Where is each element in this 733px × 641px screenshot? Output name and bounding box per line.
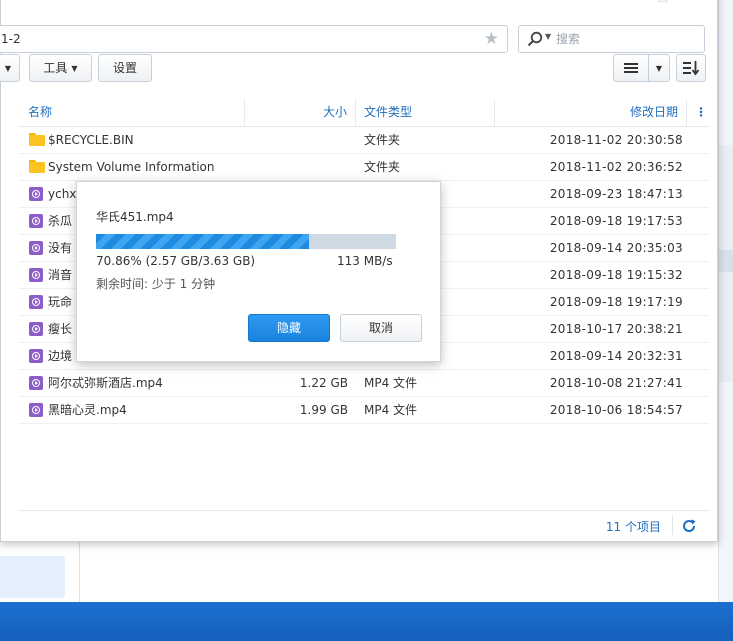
video-file-icon [29, 322, 45, 336]
hide-button[interactable]: 隐藏 [248, 314, 330, 342]
settings-button-label: 设置 [112, 61, 137, 75]
star-icon[interactable]: ★ [484, 29, 499, 49]
video-file-icon [29, 214, 45, 228]
upload-time-remaining: 剩余时间: 少于 1 分钟 [96, 277, 216, 291]
close-icon[interactable]: × [687, 0, 701, 2]
file-modified-date: 2018-11-02 20:36:52 [549, 160, 683, 174]
maximize-icon[interactable]: □ [656, 0, 670, 2]
help-icon[interactable]: ? [594, 0, 608, 2]
file-row[interactable]: System Volume Information 文件夹 2018-11-02 2… [19, 154, 709, 181]
upload-progress-bar [96, 234, 396, 249]
cancel-button[interactable]: 取消 [340, 314, 422, 342]
video-file-icon [29, 295, 45, 309]
file-modified-date: 2018-09-18 19:17:19 [549, 295, 683, 309]
search-options-caret-icon[interactable]: ▼ [545, 32, 551, 41]
file-modified-date: 2018-09-23 18:47:13 [549, 187, 683, 201]
view-mode-dropdown[interactable]: ▼ [648, 54, 670, 82]
file-size [245, 127, 348, 153]
file-list-header: 名称 大小 文件类型 修改日期 ⋮ [19, 99, 709, 127]
action-dropdown-button[interactable]: ▼ [0, 54, 20, 82]
upload-speed: 113 MB/s [337, 254, 393, 268]
search-icon[interactable] [527, 31, 543, 47]
chevron-down-icon: ▼ [71, 64, 78, 73]
current-path: 1-2 [1, 32, 21, 46]
column-header-size[interactable]: 大小 [245, 99, 356, 127]
list-view-icon [624, 63, 638, 73]
file-modified-date: 2018-11-02 20:30:58 [549, 133, 683, 147]
video-file-icon [29, 268, 45, 282]
tools-button-label: 工具 [43, 61, 68, 75]
video-file-icon [29, 187, 45, 201]
file-modified-date: 2018-10-17 20:38:21 [549, 322, 683, 336]
file-name: 黑暗心灵.mp4 [48, 403, 127, 417]
file-size: 1.99 GB [299, 403, 348, 417]
upload-progress-dialog: 华氏451.mp4 70.86% (2.57 GB/3.63 GB) 113 M… [76, 181, 441, 362]
item-count: 11 个项目 [605, 520, 661, 534]
file-modified-date: 2018-09-14 20:35:03 [549, 241, 683, 255]
file-type: 文件夹 [364, 133, 401, 147]
path-bar[interactable]: 1-2 ★ [0, 25, 508, 53]
search-box[interactable]: ▼ [518, 25, 705, 53]
file-row[interactable]: 阿尔忒弥斯酒店.mp4 1.22 GB MP4 文件 2018-10-08 21:27… [19, 370, 709, 397]
column-header-modified[interactable]: 修改日期 [495, 99, 687, 127]
file-row[interactable]: 黑暗心灵.mp4 1.99 GB MP4 文件 2018-10-06 18:54:57 [19, 397, 709, 424]
tools-button[interactable]: 工具 ▼ [29, 54, 92, 82]
window-title: File Station [1, 0, 717, 12]
folder-icon [29, 133, 45, 147]
sort-button[interactable] [676, 54, 706, 82]
file-modified-date: 2018-10-08 21:27:41 [549, 376, 683, 390]
file-modified-date: 2018-10-06 18:54:57 [549, 403, 683, 417]
footer-divider [672, 515, 673, 535]
settings-button[interactable]: 设置 [98, 54, 152, 82]
sort-icon [683, 61, 700, 76]
search-input[interactable] [556, 30, 696, 48]
background-window-edge [718, 0, 733, 602]
video-file-icon [29, 241, 45, 255]
upload-progress-text: 70.86% (2.57 GB/3.63 GB) [96, 254, 256, 268]
file-modified-date: 2018-09-18 19:15:32 [549, 268, 683, 282]
list-footer: 11 个项目 [19, 510, 709, 539]
file-modified-date: 2018-09-14 20:32:31 [549, 349, 683, 363]
file-modified-date: 2018-09-18 19:17:53 [549, 214, 683, 228]
file-name: $RECYCLE.BIN [48, 133, 134, 147]
file-size [245, 154, 348, 180]
folder-icon [29, 160, 45, 174]
taskbar [0, 602, 733, 641]
minimize-icon[interactable]: – [625, 0, 639, 2]
column-header-type[interactable]: 文件类型 [356, 99, 495, 127]
view-mode-button[interactable] [613, 54, 649, 82]
file-type: 文件夹 [364, 160, 401, 174]
upload-progress-fill [96, 234, 309, 249]
column-header-name[interactable]: 名称 [19, 99, 245, 127]
upload-filename: 华氏451.mp4 [96, 210, 174, 224]
video-file-icon [29, 403, 45, 417]
video-file-icon [29, 376, 45, 390]
video-file-icon [29, 349, 45, 363]
file-name: 阿尔忒弥斯酒店.mp4 [48, 376, 163, 390]
file-type: MP4 文件 [364, 403, 418, 417]
background-left-panel-item[interactable] [0, 556, 65, 598]
file-name: System Volume Information [48, 160, 215, 174]
file-row[interactable]: $RECYCLE.BIN 文件夹 2018-11-02 20:30:58 [19, 127, 709, 154]
chevron-down-icon: ▼ [655, 64, 663, 73]
refresh-icon[interactable] [681, 518, 697, 534]
file-type: MP4 文件 [364, 376, 418, 390]
file-size: 1.22 GB [299, 376, 348, 390]
column-options-icon[interactable]: ⋮ [694, 99, 708, 127]
